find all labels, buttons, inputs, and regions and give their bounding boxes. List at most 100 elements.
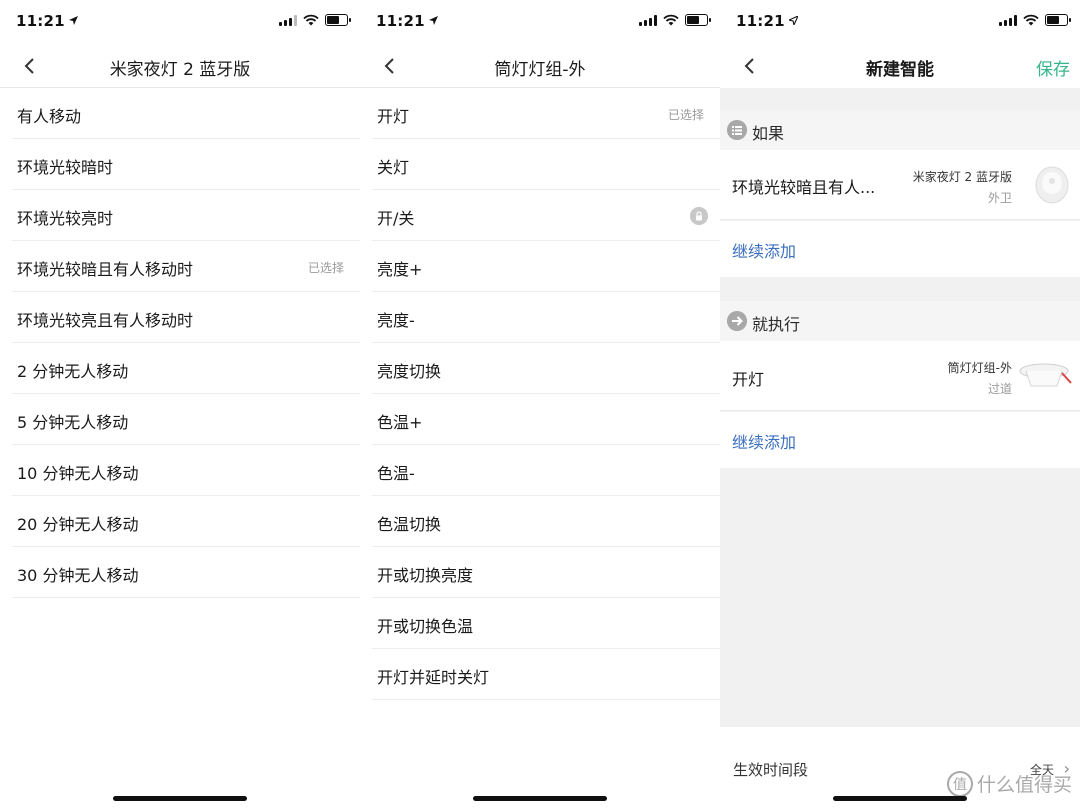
- list-item[interactable]: 2 分钟无人移动: [12, 343, 360, 394]
- home-indicator[interactable]: [833, 796, 967, 801]
- nav-bar: 筒灯灯组-外: [360, 44, 720, 88]
- list-item[interactable]: 亮度+: [372, 241, 720, 292]
- nav-bar: 米家夜灯 2 蓝牙版: [0, 44, 360, 88]
- trigger-selection-screen: 11:21 米家夜灯 2 蓝牙版 有人移动 环境光较暗时 环境光较亮时 环境光较…: [0, 0, 360, 809]
- item-label: 5 分钟无人移动: [17, 413, 129, 432]
- wifi-icon: [1023, 14, 1039, 26]
- item-label: 30 分钟无人移动: [17, 566, 139, 585]
- list-item[interactable]: 关灯: [372, 139, 720, 190]
- list-item[interactable]: 环境光较亮时: [12, 190, 360, 241]
- item-label: 20 分钟无人移动: [17, 515, 139, 534]
- list-item[interactable]: 30 分钟无人移动: [12, 547, 360, 598]
- status-time: 11:21: [376, 12, 438, 30]
- item-label: 10 分钟无人移动: [17, 464, 139, 483]
- location-arrow-icon: [68, 16, 78, 25]
- item-label: 环境光较暗且有人移动时: [17, 260, 194, 279]
- item-label: 环境光较暗时: [17, 158, 114, 177]
- watermark-text: 什么值得买: [976, 774, 1072, 796]
- list-item[interactable]: 开/关: [372, 190, 720, 241]
- add-action-label: 继续添加: [732, 433, 797, 452]
- status-bar: 11:21: [720, 0, 1080, 44]
- arrow-right-icon: [727, 311, 747, 331]
- status-time: 11:21: [736, 12, 798, 30]
- lock-icon: [690, 207, 708, 225]
- night-light-thumbnail-icon: [1035, 166, 1069, 204]
- list-item[interactable]: 色温-: [372, 445, 720, 496]
- cellular-signal-icon: [999, 14, 1017, 26]
- list-item[interactable]: 10 分钟无人移动: [12, 445, 360, 496]
- page-title: 米家夜灯 2 蓝牙版: [109, 60, 251, 80]
- list-item[interactable]: 色温切换: [372, 496, 720, 547]
- action-card[interactable]: 开灯 筒灯灯组-外 过道: [720, 341, 1080, 411]
- battery-icon: [685, 14, 711, 26]
- selected-tag: 已选择: [667, 108, 704, 122]
- if-section-title: 如果: [752, 124, 785, 143]
- list-item[interactable]: 开或切换色温: [372, 598, 720, 649]
- then-section-title: 就执行: [752, 315, 801, 334]
- action-room: 过道: [987, 382, 1012, 396]
- add-condition-label: 继续添加: [732, 242, 797, 261]
- if-section-header: 如果: [720, 110, 1080, 150]
- list-item[interactable]: 亮度切换: [372, 343, 720, 394]
- cellular-signal-icon: [279, 14, 297, 26]
- item-label: 亮度切换: [377, 362, 442, 381]
- list-item[interactable]: 亮度-: [372, 292, 720, 343]
- list-item[interactable]: 20 分钟无人移动: [12, 496, 360, 547]
- condition-room: 外卫: [987, 191, 1012, 205]
- action-device: 筒灯灯组-外: [947, 361, 1012, 375]
- item-label: 亮度-: [377, 311, 415, 330]
- list-item[interactable]: 环境光较暗时: [12, 139, 360, 190]
- add-condition-button[interactable]: 继续添加: [720, 221, 1080, 277]
- wifi-icon: [303, 14, 319, 26]
- add-action-button[interactable]: 继续添加: [720, 412, 1080, 468]
- list-item[interactable]: 5 分钟无人移动: [12, 394, 360, 445]
- save-button[interactable]: 保存: [1036, 55, 1070, 80]
- battery-icon: [1045, 14, 1071, 26]
- time-period-label: 生效时间段: [733, 761, 809, 779]
- condition-card[interactable]: 环境光较暗且有人... 米家夜灯 2 蓝牙版 外卫: [720, 150, 1080, 220]
- then-section-header: 就执行: [720, 301, 1080, 341]
- condition-label: 环境光较暗且有人...: [732, 178, 876, 197]
- item-label: 有人移动: [17, 107, 82, 126]
- item-label: 关灯: [377, 158, 410, 177]
- home-indicator[interactable]: [473, 796, 607, 801]
- list-icon: [727, 120, 747, 140]
- list-item[interactable]: 开灯 已选择: [372, 88, 720, 139]
- location-arrow-icon: [788, 16, 798, 25]
- list-item[interactable]: 环境光较亮且有人移动时: [12, 292, 360, 343]
- watermark-logo-icon: 值: [946, 770, 973, 797]
- item-label: 色温+: [377, 413, 423, 432]
- item-label: 开或切换色温: [377, 617, 474, 636]
- list-item[interactable]: 开灯并延时关灯: [372, 649, 720, 700]
- page-title: 筒灯灯组-外: [494, 60, 586, 80]
- trigger-list: 有人移动 环境光较暗时 环境光较亮时 环境光较暗且有人移动时 已选择 环境光较亮且…: [12, 88, 360, 598]
- action-label: 开灯: [732, 370, 765, 389]
- list-item[interactable]: 开或切换亮度: [372, 547, 720, 598]
- selected-tag: 已选择: [307, 261, 344, 275]
- item-label: 2 分钟无人移动: [17, 362, 129, 381]
- status-indicators: [639, 14, 711, 26]
- home-indicator[interactable]: [113, 796, 247, 801]
- item-label: 色温-: [377, 464, 415, 483]
- status-time: 11:21: [16, 12, 78, 30]
- downlight-thumbnail-icon: [1019, 363, 1072, 387]
- status-indicators: [279, 14, 351, 26]
- item-label: 开灯: [377, 107, 410, 126]
- status-indicators: [999, 14, 1071, 26]
- item-label: 开/关: [377, 209, 415, 228]
- item-label: 亮度+: [377, 260, 423, 279]
- list-item[interactable]: 环境光较暗且有人移动时 已选择: [12, 241, 360, 292]
- watermark: 值 什么值得买: [946, 770, 1072, 797]
- location-arrow-icon: [428, 16, 438, 25]
- wifi-icon: [663, 14, 679, 26]
- condition-device: 米家夜灯 2 蓝牙版: [912, 170, 1012, 184]
- item-label: 色温切换: [377, 515, 442, 534]
- item-label: 环境光较亮且有人移动时: [17, 311, 194, 330]
- new-automation-screen: 11:21 新建智能 保存 如果 环境光较暗且有人... 米家夜灯 2 蓝牙版 …: [720, 0, 1080, 809]
- item-label: 环境光较亮时: [17, 209, 114, 228]
- status-bar: 11:21: [0, 0, 360, 44]
- list-item[interactable]: 色温+: [372, 394, 720, 445]
- page-title: 新建智能: [866, 60, 934, 80]
- list-item[interactable]: 有人移动: [12, 88, 360, 139]
- status-bar: 11:21: [360, 0, 720, 44]
